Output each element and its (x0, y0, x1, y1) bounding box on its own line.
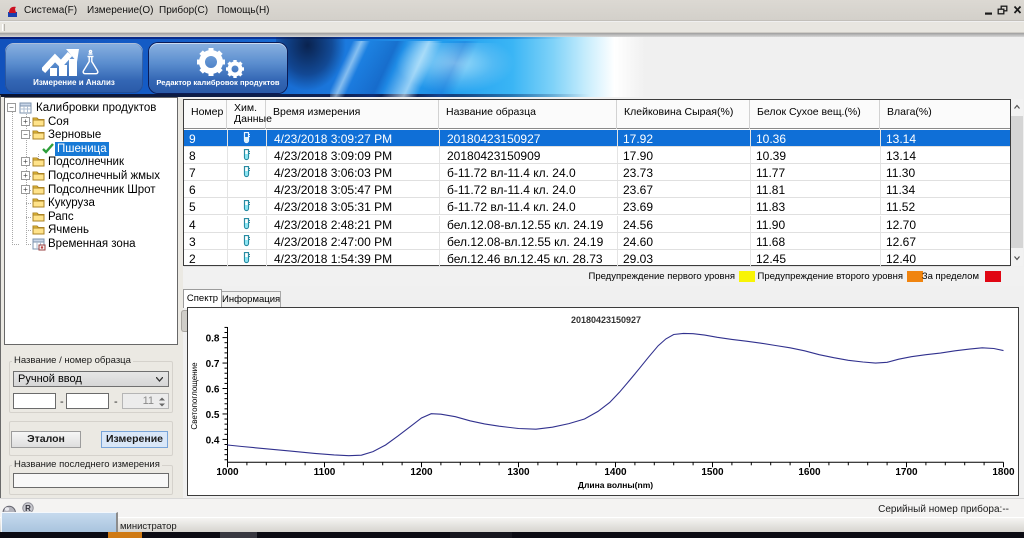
svg-text:1700: 1700 (895, 467, 918, 478)
svg-text:20180423150927: 20180423150927 (571, 315, 641, 325)
svg-text:1600: 1600 (798, 467, 821, 478)
svg-text:0.8: 0.8 (206, 334, 220, 345)
svg-text:1300: 1300 (507, 467, 530, 478)
svg-text:1800: 1800 (992, 467, 1015, 478)
svg-text:0.7: 0.7 (206, 359, 220, 370)
svg-text:0.4: 0.4 (206, 435, 220, 446)
svg-text:1400: 1400 (604, 467, 627, 478)
svg-text:Длина волны(nm): Длина волны(nm) (578, 480, 653, 490)
svg-text:1100: 1100 (314, 467, 336, 478)
svg-text:Светопоглощение: Светопоглощение (190, 362, 199, 430)
svg-text:0.6: 0.6 (206, 385, 220, 396)
svg-text:1500: 1500 (701, 467, 724, 478)
svg-text:0.5: 0.5 (206, 410, 220, 421)
svg-text:1200: 1200 (410, 467, 433, 478)
svg-text:1000: 1000 (216, 467, 239, 478)
